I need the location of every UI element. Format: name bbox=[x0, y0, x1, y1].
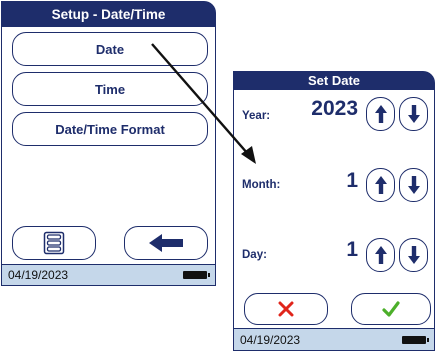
navigation-pointer-arrow bbox=[151, 43, 256, 164]
